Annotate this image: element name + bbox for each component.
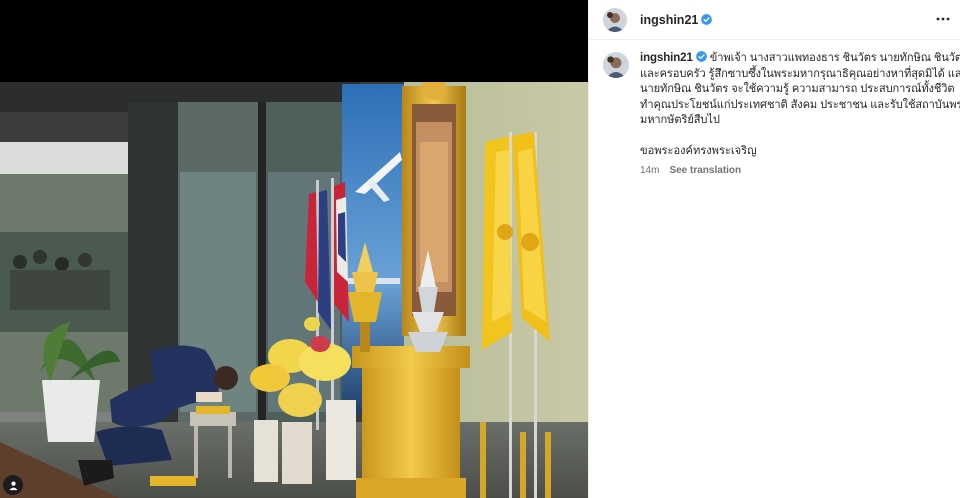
verified-badge-icon <box>695 51 707 62</box>
author-avatar[interactable] <box>603 7 627 32</box>
profile-avatar-icon <box>603 7 627 32</box>
caption-meta: 14m See translation <box>640 165 942 176</box>
more-horizontal-icon <box>936 17 950 21</box>
caption-text-line-4: ทำคุณประโยชน์แก่ประเทศชาติ สังคม ประชาชน… <box>640 98 960 111</box>
user-tag-icon <box>8 481 18 490</box>
caption-text-line-1: ข้าพเจ้า นางสาวแพทองธาร ชินวัตร นายทักษิ… <box>709 52 960 64</box>
tag-user-button[interactable] <box>3 475 23 495</box>
more-options-button[interactable] <box>932 9 954 29</box>
post-header: ingshin21 <box>589 0 960 40</box>
caption-closing-line: ขอพระองค์ทรงพระเจริญ <box>640 144 757 157</box>
post-timestamp[interactable]: 14m <box>640 165 659 176</box>
author-username[interactable]: ingshin21 <box>640 13 698 27</box>
see-translation-link[interactable]: See translation <box>669 165 741 176</box>
post-media[interactable] <box>0 0 588 498</box>
post-photo <box>0 82 588 498</box>
caption-text-line-2: และครอบครัว รู้สึกซาบซึ้งในพระมหากรุณาธิ… <box>640 67 960 80</box>
post-side-panel: ingshin21 ingshin21 ข้าพเจ้า นางสาวแพทอง… <box>588 0 960 498</box>
caption-comment: ingshin21 ข้าพเจ้า นางสาวแพทองธาร ชินวัต… <box>589 40 960 176</box>
profile-avatar-icon <box>603 52 629 78</box>
caption-author-avatar[interactable] <box>603 52 629 78</box>
instagram-post: ingshin21 ingshin21 ข้าพเจ้า นางสาวแพทอง… <box>0 0 960 498</box>
caption-line: ingshin21 ข้าพเจ้า นางสาวแพทองธาร ชินวัต… <box>640 51 960 67</box>
caption-body: ingshin21 ข้าพเจ้า นางสาวแพทองธาร ชินวัต… <box>640 51 960 176</box>
caption-author-username[interactable]: ingshin21 <box>640 52 693 64</box>
verified-badge-icon <box>701 14 713 25</box>
caption-text-line-3: นายทักษิณ ชินวัตร จะใช้ความรู้ ความสามาร… <box>640 83 955 96</box>
caption-text: ingshin21 ข้าพเจ้า นางสาวแพทองธาร ชินวัต… <box>640 51 960 129</box>
caption-text-line-5: มหากษัตริย์สืบไป <box>640 114 720 127</box>
